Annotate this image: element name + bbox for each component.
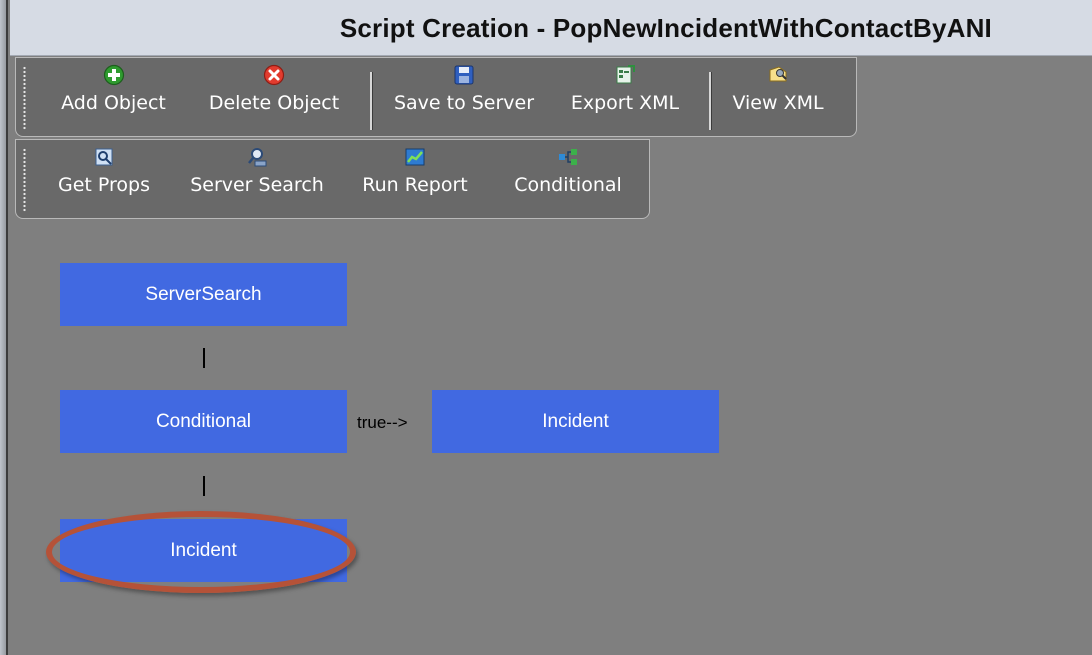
connector-line — [203, 476, 205, 496]
server-search-node-label: ServerSearch — [145, 283, 262, 305]
toolbar-separator — [370, 72, 373, 130]
save-icon — [454, 65, 474, 85]
save-to-server-label: Save to Server — [393, 92, 535, 114]
incident-true-node-label: Incident — [542, 410, 609, 432]
save-to-server-button[interactable]: Save to Server — [384, 64, 544, 114]
toolbar-separator — [709, 72, 712, 130]
toolbar-grip[interactable] — [23, 66, 26, 130]
add-object-button[interactable]: Add Object — [46, 64, 181, 114]
get-props-icon — [95, 148, 113, 166]
toolbar-grip[interactable] — [23, 148, 26, 212]
view-xml-icon — [769, 66, 787, 82]
conditional-label: Conditional — [514, 174, 622, 196]
server-search-node[interactable]: ServerSearch — [60, 263, 347, 326]
export-xml-button[interactable]: Export XML — [559, 64, 691, 114]
window-title: Script Creation - PopNewIncidentWithCont… — [339, 13, 992, 43]
secondary-toolbar: Get Props Server Search Run Report Condi… — [15, 139, 650, 219]
title-bar: Script Creation - PopNewIncidentWithCont… — [10, 0, 1092, 56]
add-object-label: Add Object — [61, 92, 166, 114]
main-toolbar: Add Object Delete Object Save to Server — [15, 57, 857, 137]
incident-node[interactable]: Incident — [60, 519, 347, 582]
delete-object-button[interactable]: Delete Object — [194, 64, 354, 114]
delete-icon — [263, 64, 285, 86]
get-props-label: Get Props — [57, 174, 150, 196]
connector-line — [203, 348, 205, 368]
view-xml-label: View XML — [732, 92, 824, 114]
window-left-border — [0, 0, 8, 655]
export-xml-label: Export XML — [570, 92, 680, 114]
conditional-button[interactable]: Conditional — [500, 146, 636, 196]
conditional-icon — [559, 149, 577, 165]
view-xml-button[interactable]: View XML — [722, 64, 834, 114]
delete-object-label: Delete Object — [208, 92, 340, 114]
incident-node-label: Incident — [170, 539, 237, 561]
conditional-node[interactable]: Conditional — [60, 390, 347, 453]
run-report-button[interactable]: Run Report — [350, 146, 480, 196]
export-xml-icon — [616, 65, 635, 84]
run-report-label: Run Report — [362, 174, 468, 196]
add-icon — [103, 64, 124, 86]
run-report-icon — [405, 148, 425, 166]
server-search-button[interactable]: Server Search — [178, 146, 336, 196]
incident-true-node[interactable]: Incident — [432, 390, 719, 453]
true-branch-label: true--> — [357, 413, 408, 432]
get-props-button[interactable]: Get Props — [46, 146, 162, 196]
conditional-node-label: Conditional — [155, 410, 252, 432]
script-creation-window: Script Creation - PopNewIncidentWithCont… — [0, 0, 1092, 655]
server-search-label: Server Search — [190, 174, 324, 196]
server-search-icon — [248, 148, 267, 167]
